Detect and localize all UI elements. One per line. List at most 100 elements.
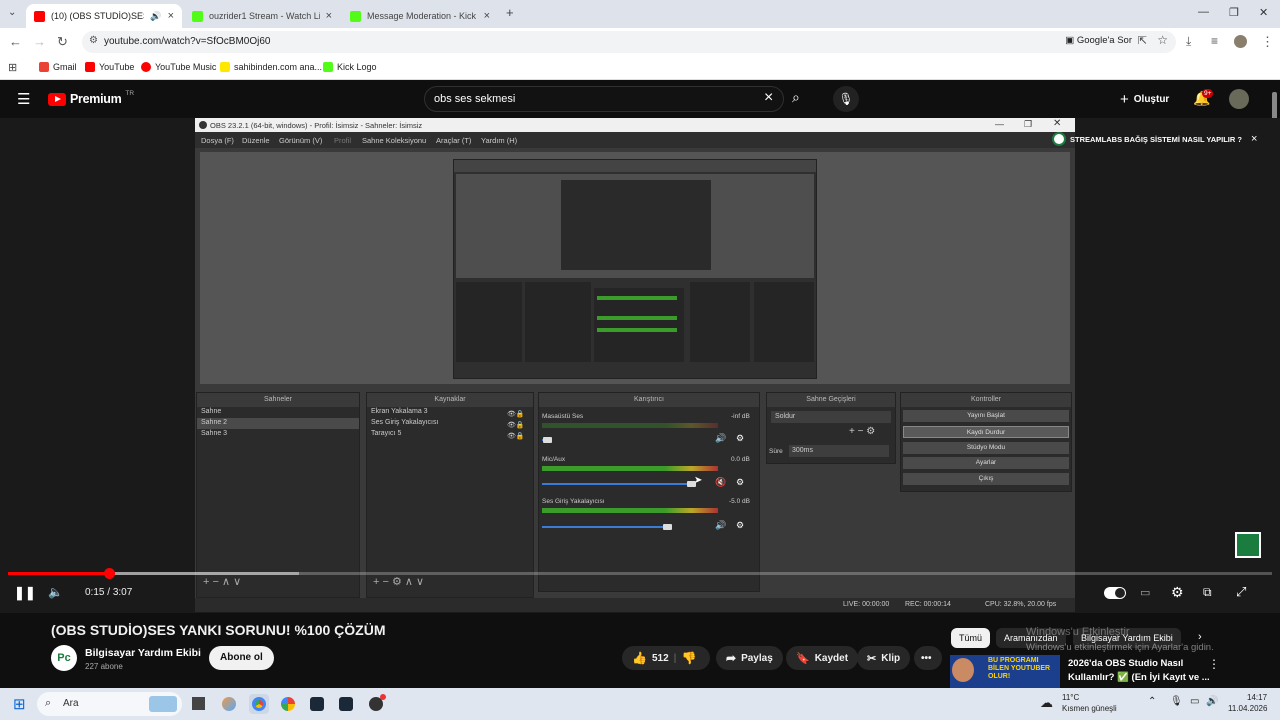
more-actions-button[interactable]: ••• bbox=[914, 646, 942, 670]
clip-button[interactable]: ✂ Klip bbox=[857, 646, 911, 670]
menu-dots-icon[interactable]: ⋮ bbox=[1261, 34, 1274, 50]
back-icon[interactable]: ← bbox=[9, 34, 22, 49]
chip-all[interactable]: Tümü bbox=[951, 628, 991, 648]
share-button[interactable]: ➦ Paylaş bbox=[716, 646, 783, 670]
recommended-title[interactable]: 2026'da OBS Studio Nasıl Kullanılır? ✅ (… bbox=[1068, 657, 1210, 685]
settings-gear-icon[interactable]: ⚙ bbox=[1171, 584, 1184, 601]
recommended-thumbnail[interactable]: BU PROGRAMI BİLEN YOUTUBER OLUR! bbox=[950, 655, 1060, 688]
scene-item: Sahne 2 bbox=[197, 418, 359, 429]
close-tab-icon[interactable]: × bbox=[168, 10, 174, 22]
network-icon[interactable]: ▭ bbox=[1190, 696, 1199, 707]
obs-controls-panel: Kontroller Yayını Başlat Kaydı Durdur St… bbox=[900, 392, 1072, 492]
volume-tray-icon[interactable]: 🔊 bbox=[1206, 696, 1218, 707]
steam-icon[interactable] bbox=[339, 697, 353, 711]
like-icon[interactable]: 👍 bbox=[632, 651, 647, 665]
minimize-icon[interactable]: — bbox=[1198, 6, 1209, 18]
close-window-icon[interactable]: ✕ bbox=[1259, 6, 1268, 19]
account-avatar[interactable] bbox=[1229, 89, 1249, 109]
settings-button: Ayarlar bbox=[903, 457, 1069, 469]
reload-icon[interactable]: ↻ bbox=[57, 34, 68, 50]
fullscreen-icon[interactable]: ⤢ bbox=[1236, 584, 1246, 600]
microphone-icon[interactable]: 🎙 bbox=[1170, 696, 1183, 707]
share-icon: ➦ bbox=[726, 651, 737, 665]
taskbar-search[interactable]: ⌕ Ara bbox=[37, 692, 182, 716]
volume-icon[interactable]: 🔈 bbox=[48, 585, 63, 599]
bookmark-label: sahibinden.com ana... bbox=[234, 62, 323, 72]
apps-grid-icon[interactable]: ⊞ bbox=[8, 61, 17, 74]
windows-start-icon[interactable]: ⊞ bbox=[13, 695, 26, 713]
bookmark-youtube-music[interactable]: YouTube Music bbox=[141, 62, 216, 72]
nested-sources bbox=[525, 282, 591, 362]
channel-mini-logo-icon bbox=[1052, 132, 1066, 146]
tray-chevron-icon[interactable]: ⌃ bbox=[1148, 696, 1156, 707]
mixer-volume-knob bbox=[542, 437, 552, 443]
lens-icon: ▣ bbox=[1065, 35, 1077, 46]
nested-transitions bbox=[690, 282, 750, 362]
recommended-menu-icon[interactable]: ⋮ bbox=[1208, 657, 1220, 671]
channel-watermark-icon[interactable] bbox=[1235, 532, 1261, 558]
close-tab-icon[interactable]: × bbox=[484, 10, 490, 22]
bookmark-star-icon[interactable]: ☆ bbox=[1157, 33, 1168, 47]
dislike-icon[interactable]: 👎 bbox=[681, 651, 696, 665]
subtitles-icon[interactable]: ▭ bbox=[1140, 586, 1150, 599]
pause-icon[interactable]: ❚❚ bbox=[14, 585, 36, 601]
source-toolbar: + − ⚙ ∧ ∨ bbox=[373, 576, 425, 588]
download-icon[interactable]: ⤓ bbox=[1186, 34, 1191, 49]
mouse-cursor-icon: ➤ bbox=[694, 475, 703, 486]
close-tab-icon[interactable]: × bbox=[326, 10, 332, 22]
browser-toolbar: ← → ↻ ⚙ youtube.com/watch?v=SfOcBM0Oj60 … bbox=[0, 28, 1280, 56]
tab-kick-stream[interactable]: ouzrider1 Stream - Watch Live × bbox=[184, 4, 340, 28]
create-button[interactable]: + Oluştur bbox=[1120, 91, 1169, 108]
presenter-face bbox=[952, 658, 974, 682]
channel-avatar[interactable]: Pc bbox=[51, 645, 77, 671]
maximize-icon[interactable]: ❐ bbox=[1229, 6, 1239, 19]
bookmark-sahibinden[interactable]: sahibinden.com ana... bbox=[220, 62, 322, 72]
weather-icon[interactable]: ☁ bbox=[1040, 695, 1053, 711]
youtube-icon bbox=[85, 62, 95, 72]
search-icon[interactable]: ⌕ bbox=[792, 89, 800, 106]
miniplayer-icon[interactable]: ⧉ bbox=[1203, 585, 1212, 600]
subscriber-count: 227 abone bbox=[85, 662, 123, 671]
gear-icon: ⚙ bbox=[736, 433, 745, 443]
clear-search-icon[interactable]: × bbox=[764, 89, 773, 107]
autoplay-toggle[interactable] bbox=[1104, 587, 1126, 599]
video-title: (OBS STUDİO)SES YANKI SORUNU! %100 ÇÖZÜM bbox=[51, 622, 386, 638]
close-overlay-icon[interactable]: × bbox=[1251, 133, 1257, 145]
forward-icon[interactable]: → bbox=[33, 34, 46, 49]
gear-icon: ⚙ bbox=[736, 520, 745, 530]
tab-youtube[interactable]: (10) (OBS STUDİO)SES YANK 🔊 × bbox=[26, 4, 182, 28]
app-icon[interactable] bbox=[281, 697, 295, 711]
google-lens-button[interactable]: ▣ Google'a Sor bbox=[1065, 35, 1132, 46]
hamburger-menu-icon[interactable]: ☰ bbox=[17, 90, 30, 108]
steam-icon[interactable] bbox=[310, 697, 324, 711]
obs-maximize-icon: ❐ bbox=[1024, 119, 1033, 129]
task-view-icon[interactable] bbox=[192, 697, 205, 710]
video-progress-bar[interactable] bbox=[8, 568, 1272, 579]
site-info-icon[interactable]: ⚙ bbox=[89, 35, 98, 46]
voice-search-icon[interactable]: 🎙 bbox=[833, 86, 859, 112]
install-icon[interactable]: ⇱ bbox=[1138, 34, 1147, 47]
chrome-taskbar-button[interactable] bbox=[249, 694, 269, 714]
subscribe-button[interactable]: Abone ol bbox=[209, 646, 274, 670]
copilot-icon[interactable] bbox=[222, 697, 236, 711]
tab-kick-moderation[interactable]: Message Moderation - Kick Da × bbox=[342, 4, 498, 28]
save-button[interactable]: 🔖 Kaydet bbox=[786, 646, 859, 670]
video-overlay-banner[interactable]: STREAMLABS BAĞIŞ SİSTEMİ NASIL YAPILIR ?… bbox=[1052, 130, 1257, 148]
speaker-icon[interactable]: 🔊 bbox=[150, 11, 161, 22]
profile-avatar[interactable] bbox=[1234, 35, 1247, 48]
search-input[interactable]: obs ses sekmesi bbox=[434, 93, 515, 105]
bookmark-gmail[interactable]: Gmail bbox=[39, 62, 77, 72]
bookmark-kick-logo[interactable]: Kick Logo bbox=[323, 62, 377, 72]
reading-list-icon[interactable]: ≡ bbox=[1211, 34, 1218, 48]
obs-mixer-panel: Karıştırıcı Masaüstü Ses -inf dB 🔊 ⚙ Mic… bbox=[538, 392, 760, 592]
bookmark-youtube[interactable]: YouTube bbox=[85, 62, 134, 72]
youtube-logo[interactable]: Premium TR bbox=[48, 90, 134, 106]
channel-name[interactable]: Bilgisayar Yardım Ekibi bbox=[85, 647, 201, 659]
recommended-title-line: 2026'da OBS Studio Nasıl bbox=[1068, 658, 1184, 669]
tab-search-icon[interactable]: ⌄ bbox=[8, 7, 16, 18]
address-bar[interactable]: ⚙ youtube.com/watch?v=SfOcBM0Oj60 ▣ Goog… bbox=[82, 31, 1176, 53]
more-dots-icon: ••• bbox=[921, 652, 932, 664]
new-tab-icon[interactable]: + bbox=[506, 5, 514, 20]
panel-title: Karıştırıcı bbox=[539, 393, 759, 407]
search-box[interactable]: obs ses sekmesi × bbox=[424, 86, 784, 112]
